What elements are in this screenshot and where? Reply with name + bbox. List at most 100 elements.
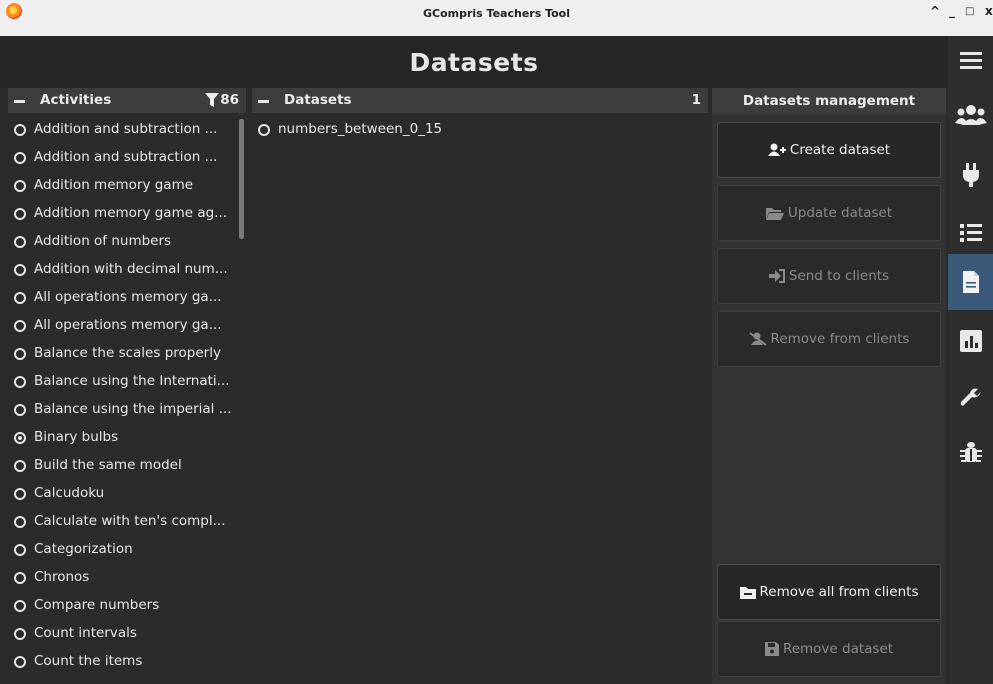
list-item-label: numbers_between_0_15	[278, 121, 443, 137]
activities-title: Activities	[40, 92, 112, 108]
list-icon	[959, 224, 982, 242]
collapse-icon[interactable]	[11, 92, 29, 110]
list-item[interactable]: Count the items	[8, 647, 246, 675]
datasets-title: Datasets	[284, 92, 352, 108]
list-item-label: Addition memory game ag...	[34, 205, 228, 221]
list-item[interactable]: Addition with decimal num...	[8, 255, 246, 283]
remove-all-from-clients-button[interactable]: Remove all from clients	[717, 564, 941, 620]
list-item-label: Count intervals	[34, 625, 137, 641]
radio-unchecked-icon[interactable]	[14, 348, 26, 360]
datasets-count: 1	[691, 92, 701, 108]
hamburger-icon	[959, 52, 982, 69]
right-nav-bar	[948, 36, 993, 684]
list-item[interactable]: All operations memory ga...	[8, 283, 246, 311]
remove-all-from-clients-label: Remove all from clients	[759, 584, 919, 600]
filter-icon[interactable]	[205, 93, 219, 107]
remove-dataset-button[interactable]: Remove dataset	[717, 621, 941, 677]
radio-unchecked-icon[interactable]	[14, 124, 26, 136]
list-item[interactable]: Addition and subtraction ...	[8, 143, 246, 171]
list-item[interactable]: Addition memory game ag...	[8, 199, 246, 227]
radio-unchecked-icon[interactable]	[14, 460, 26, 472]
radio-unchecked-icon[interactable]	[14, 516, 26, 528]
window-expand-icon[interactable]: ^	[930, 4, 940, 18]
activities-count: 86	[220, 92, 239, 108]
radio-unchecked-icon[interactable]	[14, 320, 26, 332]
nav-users[interactable]	[948, 86, 993, 144]
list-item[interactable]: Binary bulbs	[8, 423, 246, 451]
nav-results[interactable]	[948, 312, 993, 370]
radio-unchecked-icon[interactable]	[14, 264, 26, 276]
list-item[interactable]: numbers_between_0_15	[252, 115, 708, 143]
radio-checked-icon[interactable]	[14, 432, 26, 444]
list-item[interactable]: Chronos	[8, 563, 246, 591]
remove-from-clients-button[interactable]: Remove from clients	[717, 311, 941, 367]
activities-scrollbar[interactable]	[239, 119, 244, 239]
users-icon	[954, 105, 987, 125]
window-minimize-button[interactable]: _	[949, 4, 955, 18]
radio-unchecked-icon[interactable]	[14, 544, 26, 556]
nav-debug[interactable]	[948, 424, 993, 482]
nav-settings[interactable]	[948, 370, 993, 428]
update-dataset-button[interactable]: Update dataset	[717, 185, 941, 241]
sign-in-icon	[768, 269, 785, 283]
radio-unchecked-icon[interactable]	[14, 656, 26, 668]
list-item[interactable]: Build the same model	[8, 451, 246, 479]
list-item-label: Calcudoku	[34, 485, 105, 501]
radio-unchecked-icon[interactable]	[14, 292, 26, 304]
datasets-list: numbers_between_0_15	[252, 115, 708, 143]
list-item-label: Addition of numbers	[34, 233, 172, 249]
list-item[interactable]: Balance using the imperial ...	[8, 395, 246, 423]
list-item-label: Balance using the imperial ...	[34, 401, 232, 417]
radio-unchecked-icon[interactable]	[14, 236, 26, 248]
radio-unchecked-icon[interactable]	[14, 404, 26, 416]
update-dataset-label: Update dataset	[787, 205, 893, 221]
radio-unchecked-icon[interactable]	[14, 180, 26, 192]
radio-unchecked-icon[interactable]	[14, 628, 26, 640]
radio-unchecked-icon[interactable]	[14, 488, 26, 500]
window-maximize-button[interactable]: □	[965, 6, 974, 17]
list-item[interactable]: Balance using the Internati...	[8, 367, 246, 395]
datasets-management-panel: Datasets management Create dataset Updat…	[712, 88, 946, 684]
add-user-icon	[767, 143, 786, 156]
activities-list: Addition and subtraction ... Addition and…	[8, 115, 246, 675]
window-close-button[interactable]: x	[985, 4, 993, 18]
list-item-label: Balance using the Internati...	[34, 373, 230, 389]
save-icon	[764, 642, 779, 656]
list-item[interactable]: All operations memory ga...	[8, 311, 246, 339]
folder-remove-icon	[739, 586, 756, 599]
list-item-label: Addition memory game	[34, 177, 194, 193]
collapse-icon[interactable]	[255, 92, 273, 110]
radio-unchecked-icon[interactable]	[14, 600, 26, 612]
list-item[interactable]: Addition of numbers	[8, 227, 246, 255]
list-item-label: Balance the scales properly	[34, 345, 221, 361]
plug-icon	[962, 163, 979, 187]
list-item[interactable]: Categorization	[8, 535, 246, 563]
radio-unchecked-icon[interactable]	[14, 152, 26, 164]
nav-connections[interactable]	[948, 146, 993, 204]
radio-unchecked-icon[interactable]	[14, 376, 26, 388]
list-item[interactable]: Calcudoku	[8, 479, 246, 507]
list-item[interactable]: Count intervals	[8, 619, 246, 647]
list-item[interactable]: Compare numbers	[8, 591, 246, 619]
radio-unchecked-icon[interactable]	[258, 124, 270, 136]
radio-unchecked-icon[interactable]	[14, 208, 26, 220]
remove-from-clients-label: Remove from clients	[770, 331, 910, 347]
radio-unchecked-icon[interactable]	[14, 572, 26, 584]
list-item[interactable]: Calculate with ten's compl...	[8, 507, 246, 535]
send-to-clients-button[interactable]: Send to clients	[717, 248, 941, 304]
list-item-label: Addition and subtraction ...	[34, 149, 218, 165]
nav-datasets[interactable]	[948, 254, 993, 310]
list-item[interactable]: Addition memory game	[8, 171, 246, 199]
create-dataset-button[interactable]: Create dataset	[717, 122, 941, 178]
datasets-panel: Datasets 1 numbers_between_0_15	[252, 88, 708, 684]
list-item[interactable]: Balance the scales properly	[8, 339, 246, 367]
page-title: Datasets	[409, 48, 539, 77]
list-item[interactable]: Addition and subtraction ...	[8, 115, 246, 143]
page-header: Datasets	[0, 36, 948, 88]
wrench-icon	[960, 388, 981, 406]
datasets-header: Datasets 1	[252, 88, 708, 113]
window-titlebar: GCompris Teachers Tool ^ _ □ x	[0, 0, 993, 36]
menu-button[interactable]	[948, 36, 993, 84]
list-item-label: All operations memory ga...	[34, 317, 222, 333]
list-item-label: All operations memory ga...	[34, 289, 222, 305]
